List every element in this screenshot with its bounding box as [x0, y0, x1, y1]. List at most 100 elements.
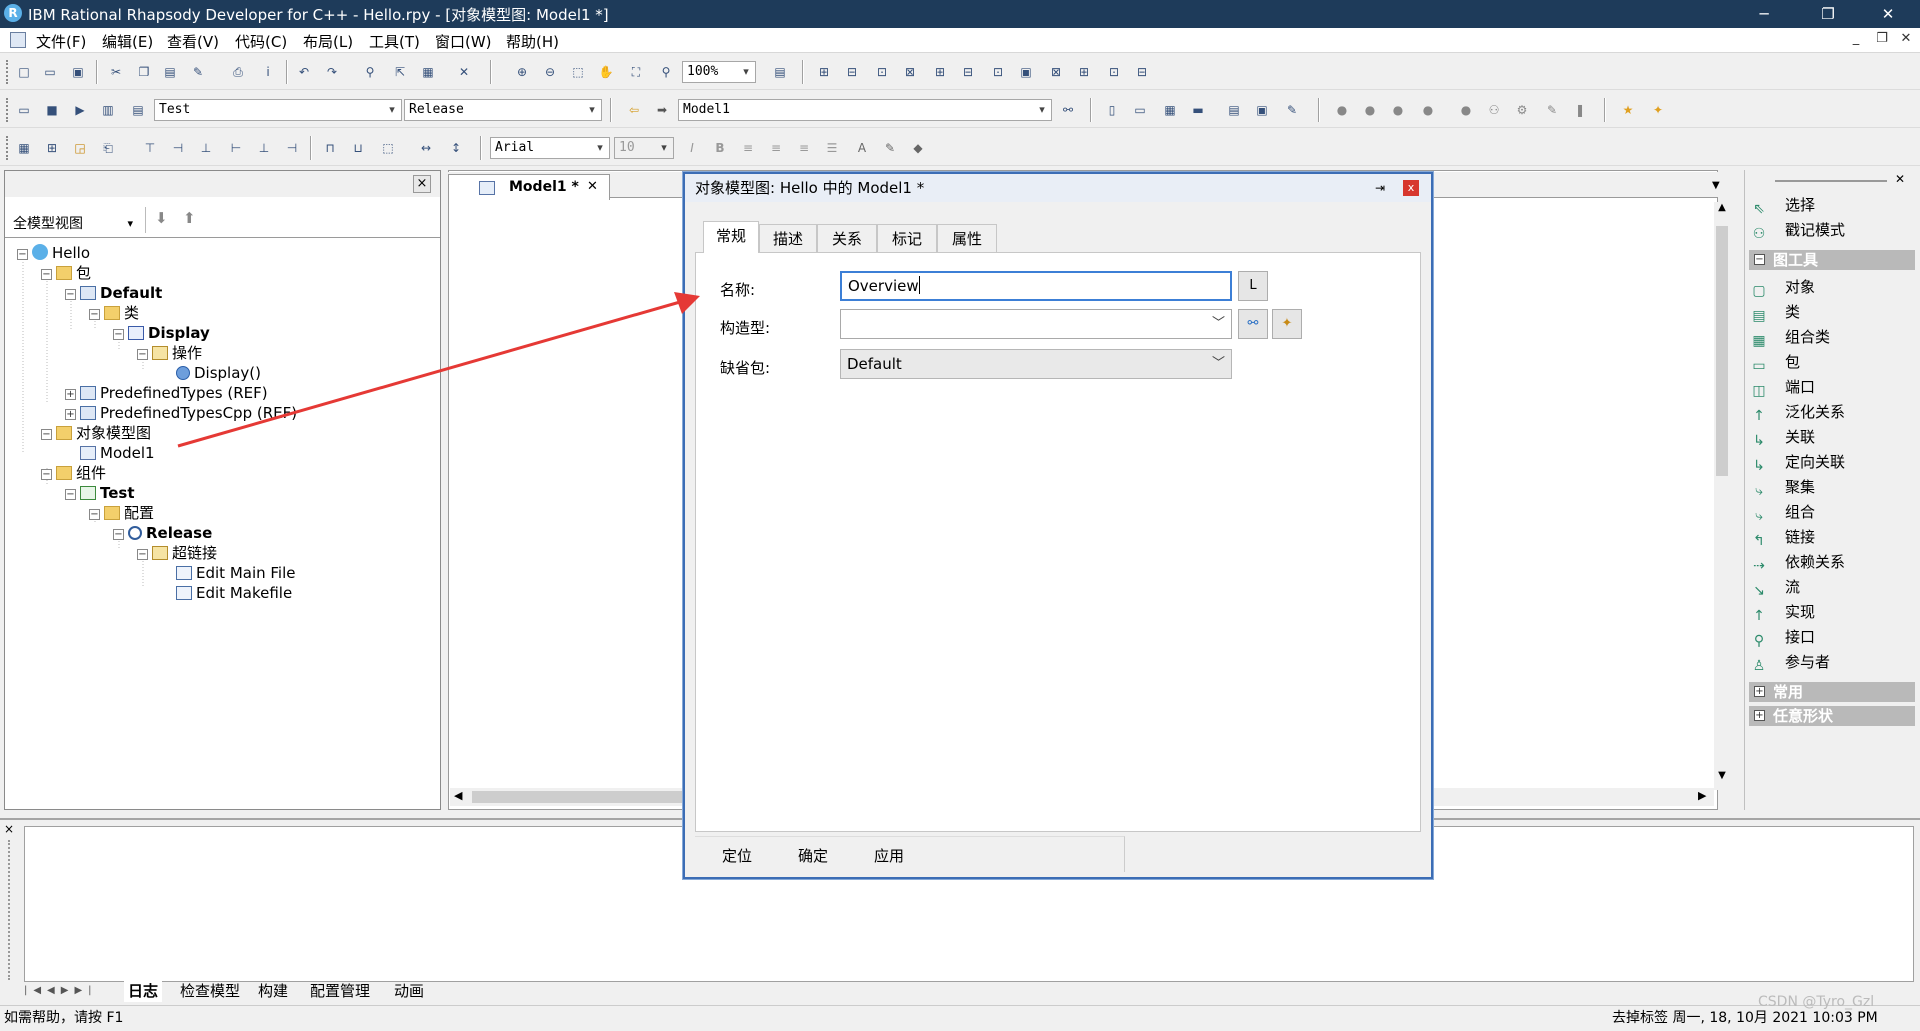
output-tab-scroll-icons[interactable]: |◀◀▶▶| — [24, 980, 118, 1002]
animation-quit-icon[interactable]: ❚ — [1570, 100, 1590, 120]
pin-icon[interactable]: ⇥ — [1375, 174, 1385, 202]
zoom-combo[interactable]: 100% ▾ — [682, 61, 756, 83]
collapse-icon[interactable]: − — [41, 269, 52, 280]
locate-icon[interactable]: ⚲ — [360, 62, 380, 82]
palette-tool-1[interactable]: ▤ 类 — [1751, 301, 1800, 324]
palette-group-common[interactable]: + 常用 — [1749, 682, 1915, 702]
font-size-combo[interactable]: 10 ▾ — [614, 137, 674, 159]
palette-close-button[interactable]: ✕ — [1895, 172, 1905, 186]
menu-edit[interactable]: 编辑(E) — [102, 31, 153, 52]
features-icon[interactable]: ▦ — [418, 62, 438, 82]
browser-close-button[interactable]: × — [413, 175, 431, 193]
scroll-up-icon[interactable]: ▲ — [1714, 202, 1730, 213]
palette-group-diagram-tools[interactable]: − 图工具 — [1749, 250, 1915, 270]
animation-break-icon[interactable]: ● — [1418, 100, 1438, 120]
zoom-search-icon[interactable]: ⚲ — [656, 62, 676, 82]
scroll-left-icon[interactable]: ◀ — [454, 789, 462, 802]
palette-tool-6[interactable]: ↳ 关联 — [1751, 426, 1815, 449]
align-tool-3-icon[interactable]: ⊡ — [872, 62, 892, 82]
run-icon[interactable]: ▶ — [70, 100, 90, 120]
close-window-button[interactable]: ✕ — [1860, 0, 1916, 28]
undo-icon[interactable]: ↶ — [294, 62, 314, 82]
palette-tool-15[interactable]: ♙ 参与者 — [1751, 651, 1830, 674]
favorite-icon[interactable]: ★ — [1618, 100, 1638, 120]
copy-icon[interactable]: ❐ — [134, 62, 154, 82]
output-close-button[interactable]: × — [4, 822, 14, 836]
collapse-icon[interactable]: − — [65, 289, 76, 300]
palette-top-0[interactable]: ⇖ 选择 — [1751, 194, 1815, 217]
animation-go-icon[interactable]: ● — [1332, 100, 1352, 120]
mdi-restore-button[interactable]: ❐ — [1872, 31, 1892, 46]
palette-group-freeform[interactable]: + 任意形状 — [1749, 706, 1915, 726]
rulers-icon[interactable]: ◲ — [70, 138, 90, 158]
zoom-out-icon[interactable]: ⊖ — [540, 62, 560, 82]
menu-layout[interactable]: 布局(L) — [303, 31, 353, 52]
move-up-icon[interactable]: ⬆ — [183, 209, 203, 227]
menu-file[interactable]: 文件(F) — [36, 31, 86, 52]
collapse-icon[interactable]: − — [89, 509, 100, 520]
configuration-combo[interactable]: Release ▾ — [404, 99, 602, 121]
text-align-center-icon[interactable]: ≡ — [766, 138, 786, 158]
tree-item[interactable]: + PredefinedTypes (REF) — [65, 383, 268, 403]
toolbar-grip[interactable] — [6, 98, 12, 122]
tree-item[interactable]: Edit Makefile — [161, 583, 292, 603]
same-width-icon[interactable]: ⊓ — [320, 138, 340, 158]
align-tool-10-icon[interactable]: ⊞ — [1074, 62, 1094, 82]
menu-tools[interactable]: 工具(T) — [369, 31, 420, 52]
tree-item[interactable]: − Release — [113, 523, 212, 543]
text-align-right-icon[interactable]: ≡ — [794, 138, 814, 158]
palette-tool-8[interactable]: ⤷ 聚集 — [1751, 476, 1815, 499]
tree-item[interactable]: − 包 — [41, 263, 91, 283]
stop-icon[interactable]: ■ — [42, 100, 62, 120]
output-tab-2[interactable]: 构建 — [258, 980, 288, 1002]
page-icon[interactable]: ⎗ — [98, 138, 118, 158]
diagram-window-icon[interactable]: ▤ — [1224, 100, 1244, 120]
italic-icon[interactable]: I — [682, 138, 702, 158]
palette-tool-12[interactable]: ↘ 流 — [1751, 576, 1800, 599]
animation-threads-icon[interactable]: ⚇ — [1484, 100, 1504, 120]
pan-icon[interactable]: ✋ — [596, 62, 616, 82]
expand-icon[interactable]: + — [65, 409, 76, 420]
animation-watch-icon[interactable]: ✎ — [1542, 100, 1562, 120]
component-combo[interactable]: Test ▾ — [154, 99, 402, 121]
align-bottom-icon[interactable]: ⊥ — [196, 138, 216, 158]
forward-arrow-icon[interactable]: ➡ — [652, 100, 672, 120]
zoom-region-icon[interactable]: ⬚ — [568, 62, 588, 82]
open-icon[interactable]: ▭ — [40, 62, 60, 82]
save-icon[interactable]: ▣ — [68, 62, 88, 82]
select-stereotype-button[interactable]: ⚯ — [1238, 309, 1268, 339]
menu-window[interactable]: 窗口(W) — [435, 31, 492, 52]
palette-top-1[interactable]: ⚇ 戳记模式 — [1751, 219, 1845, 242]
align-tool-11-icon[interactable]: ⊡ — [1104, 62, 1124, 82]
diagram-combo[interactable]: Model1 ▾ — [678, 99, 1052, 121]
tree-item[interactable]: − 操作 — [137, 343, 202, 363]
info-icon[interactable]: i — [258, 62, 278, 82]
animation-step-icon[interactable]: ● — [1360, 100, 1380, 120]
toolbar-grip[interactable] — [6, 136, 12, 160]
align-tool-12-icon[interactable]: ⊟ — [1132, 62, 1152, 82]
palette-tool-10[interactable]: ↰ 链接 — [1751, 526, 1815, 549]
cut-icon[interactable]: ✂ — [106, 62, 126, 82]
menu-help[interactable]: 帮助(H) — [506, 31, 559, 52]
collapse-icon[interactable]: − — [137, 549, 148, 560]
collapse-icon[interactable]: − — [41, 469, 52, 480]
scroll-right-icon[interactable]: ▶ — [1698, 789, 1706, 802]
tab-description[interactable]: 描述 — [759, 224, 817, 252]
mdi-minimize-button[interactable]: _ — [1846, 31, 1866, 46]
features-window-icon[interactable]: ▭ — [1130, 100, 1150, 120]
align-tool-1-icon[interactable]: ⊞ — [814, 62, 834, 82]
zoom-fit-icon[interactable]: ⛶ — [626, 62, 646, 82]
font-combo[interactable]: Arial ▾ — [490, 137, 610, 159]
move-down-icon[interactable]: ⬇ — [155, 209, 175, 227]
tab-model1[interactable]: Model1 * ✕ — [448, 174, 610, 200]
find-icon[interactable]: ⚯ — [1058, 100, 1078, 120]
palette-tool-13[interactable]: ↑ 实现 — [1751, 601, 1815, 624]
tree-item[interactable]: − 配置 — [89, 503, 154, 523]
output-tab-1[interactable]: 检查模型 — [180, 980, 240, 1002]
collapse-icon[interactable]: − — [113, 529, 124, 540]
active-window-icon[interactable]: ▣ — [1252, 100, 1272, 120]
name-input[interactable]: Overview — [840, 271, 1232, 301]
new-stereotype-button[interactable]: ✦ — [1272, 309, 1302, 339]
palette-tool-0[interactable]: ▢ 对象 — [1751, 276, 1815, 299]
menu-view[interactable]: 查看(V) — [167, 31, 219, 52]
